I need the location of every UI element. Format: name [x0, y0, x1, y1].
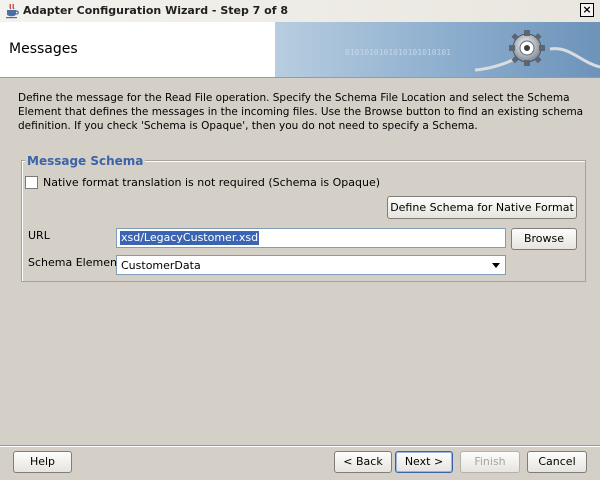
step-description: Define the message for the Read File ope…: [18, 92, 584, 132]
title-bar: Adapter Configuration Wizard - Step 7 of…: [0, 0, 600, 23]
schema-opaque-checkbox[interactable]: [25, 176, 38, 189]
help-button[interactable]: Help: [13, 451, 72, 473]
schema-opaque-label[interactable]: Native format translation is not require…: [43, 176, 380, 189]
url-input[interactable]: xsd/LegacyCustomer.xsd: [116, 228, 506, 248]
chevron-down-icon[interactable]: [492, 263, 500, 268]
footer-separator: [0, 445, 600, 447]
adapter-banner-graphic: 0101010101010101010101: [275, 22, 600, 77]
url-label: URL: [28, 229, 50, 242]
close-button[interactable]: ×: [580, 3, 594, 17]
gear-icon: [509, 30, 545, 66]
browse-button[interactable]: Browse: [511, 228, 577, 250]
java-cup-icon: [4, 3, 20, 19]
wizard-header: Messages 0101010101010101010101: [0, 22, 600, 78]
cancel-button[interactable]: Cancel: [527, 451, 587, 473]
page-title: Messages: [9, 41, 78, 57]
back-button[interactable]: < Back: [334, 451, 392, 473]
schema-element-label: Schema Element: [28, 256, 122, 269]
window-title: Adapter Configuration Wizard - Step 7 of…: [23, 4, 288, 17]
url-input-value[interactable]: xsd/LegacyCustomer.xsd: [120, 231, 260, 245]
banner-bits-text: 0101010101010101010101: [345, 48, 451, 57]
schema-element-value[interactable]: CustomerData: [121, 259, 201, 272]
define-schema-native-format-button[interactable]: Define Schema for Native Format: [387, 196, 577, 219]
message-schema-legend: Message Schema: [25, 154, 146, 168]
next-button[interactable]: Next >: [395, 451, 453, 473]
schema-element-select[interactable]: CustomerData: [116, 255, 506, 275]
wizard-window: Adapter Configuration Wizard - Step 7 of…: [0, 0, 600, 480]
finish-button: Finish: [460, 451, 520, 473]
